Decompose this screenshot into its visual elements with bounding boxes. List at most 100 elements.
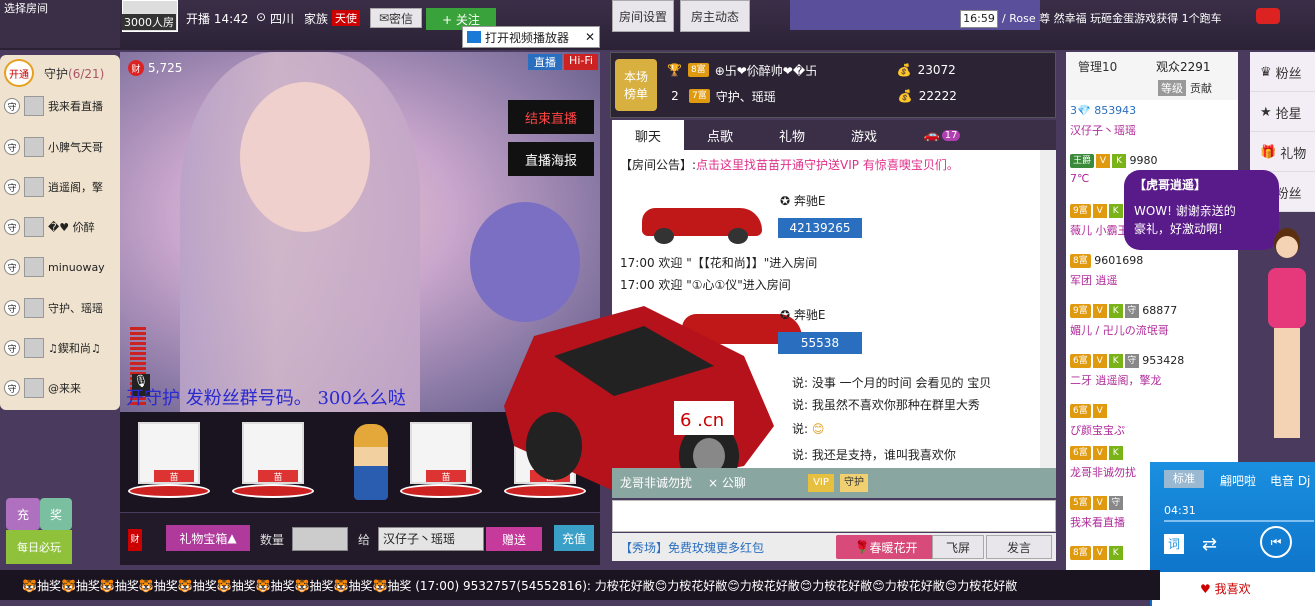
guard-member[interactable]: 守小脾气天哥 bbox=[4, 134, 116, 160]
audience-row[interactable]: 6富 V K 守 953428 bbox=[1070, 354, 1236, 368]
vip-button[interactable]: VIP bbox=[808, 474, 834, 492]
sort-level[interactable]: 等级 bbox=[1158, 80, 1186, 96]
lottery-shortcut[interactable]: 奖 bbox=[40, 498, 72, 530]
guard-member[interactable]: 守逍遥阁，擎 bbox=[4, 174, 116, 200]
chat-scrollbar[interactable] bbox=[1040, 150, 1056, 468]
live-poster-button[interactable]: 直播海报 bbox=[508, 142, 594, 176]
car-number: 42139265 bbox=[778, 218, 862, 238]
audience-row[interactable]: 6富 V K bbox=[1070, 446, 1236, 460]
sports-car-animation: 6 .cn bbox=[504, 306, 774, 491]
chat-tabs: 聊天 点歌 礼物 游戏 🚗 17 bbox=[612, 120, 1056, 150]
avatar bbox=[24, 257, 44, 277]
rank-board: 本场 榜单 🏆 8富 ⊕卐❤伱醉帅❤�卐 💰 23072 2 7富 守护、瑶瑶 💰… bbox=[610, 52, 1056, 118]
flower-button[interactable]: 🌹 春暖花开 bbox=[836, 535, 936, 559]
top-ticker: / Rose 尊 然幸福 玩砸金蛋游戏获得 1个跑车 bbox=[1002, 12, 1222, 25]
avatar bbox=[24, 378, 44, 398]
guard-member[interactable]: 守守护、瑶瑶 bbox=[4, 295, 116, 321]
cartoon-girl bbox=[1262, 228, 1312, 458]
song-title[interactable]: 翩吧啦 bbox=[1220, 472, 1256, 489]
side-item-star[interactable]: ★ 抢星 bbox=[1250, 94, 1315, 132]
public-chat-toggle[interactable]: × 公聊 bbox=[708, 474, 746, 491]
chat-message: 说: 我还是支持，谁叫我喜欢你 bbox=[792, 448, 956, 462]
audience-row[interactable]: 9富 V K 守 68877 bbox=[1070, 304, 1236, 318]
guard-member[interactable]: 守我来看直播 bbox=[4, 93, 116, 119]
smile-emoji-icon: 😊 bbox=[811, 422, 825, 436]
show-link[interactable]: 【秀场】免费玫瑰更多红包 bbox=[620, 539, 764, 556]
audience-name[interactable]: 二牙 逍遥阁，擎龙 bbox=[1070, 372, 1236, 388]
song-title[interactable]: 电音 Dj bbox=[1270, 472, 1310, 489]
chat-input[interactable] bbox=[612, 500, 1056, 532]
room-capacity: 3000人房 bbox=[122, 14, 176, 30]
audience-row[interactable]: 3💎 853943 bbox=[1070, 104, 1236, 117]
like-button[interactable]: ♥ 我喜欢 bbox=[1200, 580, 1251, 597]
room-notice[interactable]: 【房间公告】:点击这里找苗苗开通守护送VIP 有惊喜噢宝贝们。 bbox=[620, 156, 959, 173]
quantity-input[interactable] bbox=[292, 527, 348, 551]
music-player: 标准 翩吧啦 电音 Dj 04:31 词 ⇄ ⏮ ♥ 我喜欢 bbox=[1150, 462, 1315, 606]
sort-contribution[interactable]: 贡献 bbox=[1190, 80, 1212, 96]
choose-room-link[interactable]: 选择房间 bbox=[4, 0, 48, 16]
message-button[interactable]: ✉ 密信 bbox=[370, 8, 422, 28]
gift-item[interactable]: 苗 bbox=[124, 418, 210, 504]
hifi-badge: Hi-Fi bbox=[564, 54, 598, 70]
tab-viewers[interactable]: 观众2291 bbox=[1156, 58, 1211, 75]
tab-chat[interactable]: 聊天 bbox=[612, 120, 684, 150]
audience-row[interactable]: 6富 V bbox=[1070, 404, 1236, 418]
progress-bar[interactable] bbox=[1164, 520, 1314, 522]
rank-row[interactable]: 2 7富 守护、瑶瑶 💰 22222 bbox=[667, 85, 1047, 107]
guard-panel: 开通 守护(6/21) 守我来看直播 守小脾气天哥 守逍遥阁，擎 守 �♥︎ 伱醉… bbox=[0, 55, 120, 410]
gift-item[interactable]: 苗 bbox=[228, 418, 314, 504]
gift-item[interactable]: 苗 bbox=[396, 418, 482, 504]
lyrics-icon[interactable]: 词 bbox=[1164, 534, 1184, 554]
star-icon: ★ bbox=[1260, 105, 1272, 120]
avatar bbox=[24, 298, 44, 318]
recipient-select[interactable]: 汉仔子丶瑶瑶 bbox=[378, 527, 484, 551]
fly-screen-button[interactable]: 飞屏 bbox=[932, 535, 984, 559]
tab-songs[interactable]: 点歌 bbox=[684, 120, 756, 150]
send-gift-button[interactable]: 赠送 bbox=[486, 527, 542, 551]
previous-icon[interactable]: ⏮ bbox=[1260, 526, 1292, 558]
tab-gifts[interactable]: 礼物 bbox=[756, 120, 828, 150]
family-tag[interactable]: 天使 bbox=[332, 10, 360, 26]
repeat-icon[interactable]: ⇄ bbox=[1202, 534, 1217, 555]
side-item-gifts[interactable]: 🎁 礼物 bbox=[1250, 134, 1315, 172]
rank-row[interactable]: 🏆 8富 ⊕卐❤伱醉帅❤�卐 💰 23072 bbox=[667, 59, 1047, 81]
coin-icon: 💰 bbox=[896, 63, 912, 77]
player-icon bbox=[467, 31, 481, 43]
tab-managers[interactable]: 管理10 bbox=[1078, 58, 1117, 75]
quality-select[interactable]: 标准 bbox=[1164, 470, 1204, 488]
tab-cars[interactable]: 🚗 17 bbox=[902, 120, 982, 150]
quantity-label: 数量 bbox=[260, 533, 285, 547]
side-item-fans[interactable]: ♛ 粉丝 bbox=[1250, 54, 1315, 92]
gift-box-button[interactable]: 礼物宝箱 ▲ bbox=[166, 525, 250, 551]
guard-member[interactable]: 守 @来来 bbox=[4, 375, 116, 401]
end-live-button[interactable]: 结束直播 bbox=[508, 100, 594, 134]
guard-member[interactable]: 守 minuoway bbox=[4, 254, 116, 280]
wealth-icon: 财 bbox=[128, 529, 142, 551]
recharge-button[interactable]: 充值 bbox=[554, 525, 594, 551]
audience-name[interactable]: 军团 逍遥 bbox=[1070, 272, 1236, 288]
wealth-counter: 财 5,725 bbox=[128, 60, 182, 76]
audience-row[interactable]: 8富 9601698 bbox=[1070, 254, 1236, 268]
host-news-button[interactable]: 房主动态 bbox=[680, 0, 750, 32]
chat-message: 说: 😊 bbox=[792, 422, 825, 436]
audience-name[interactable]: 媚儿 / 卍儿の流氓哥 bbox=[1070, 322, 1236, 338]
tab-games[interactable]: 游戏 bbox=[828, 120, 900, 150]
close-icon[interactable]: ✕ bbox=[585, 30, 599, 44]
chat-target-user[interactable]: 龙哥非诚勿扰 bbox=[620, 474, 692, 491]
avatar bbox=[24, 338, 44, 358]
send-message-button[interactable]: 发言 bbox=[986, 535, 1052, 559]
daily-play-button[interactable]: 每日必玩 bbox=[6, 530, 72, 564]
room-settings-button[interactable]: 房间设置 bbox=[612, 0, 674, 32]
open-guard-button[interactable]: 开通 bbox=[4, 59, 34, 87]
guard-member[interactable]: 守 �♥︎ 伱醉 bbox=[4, 214, 116, 240]
audience-row[interactable]: 王爵 V K 9980 bbox=[1070, 154, 1236, 168]
recharge-shortcut[interactable]: 充 bbox=[6, 498, 40, 530]
open-player-label: 打开视频播放器 bbox=[485, 30, 570, 45]
audience-name[interactable]: ぴ颜宝宝ぷ bbox=[1070, 422, 1236, 438]
heart-icon: ♥ bbox=[1200, 582, 1211, 596]
guard-member[interactable]: 守 ♫鍥和尚♫ bbox=[4, 335, 116, 361]
open-player-popup[interactable]: 打开视频播放器 ✕ bbox=[462, 26, 600, 48]
gift-controls: 财 礼物宝箱 ▲ 数量 给 汉仔子丶瑶瑶 赠送 充值 bbox=[120, 513, 600, 565]
guard-button[interactable]: 守护 bbox=[840, 474, 868, 492]
audience-name[interactable]: 汉仔子丶瑶瑶 bbox=[1070, 122, 1236, 138]
